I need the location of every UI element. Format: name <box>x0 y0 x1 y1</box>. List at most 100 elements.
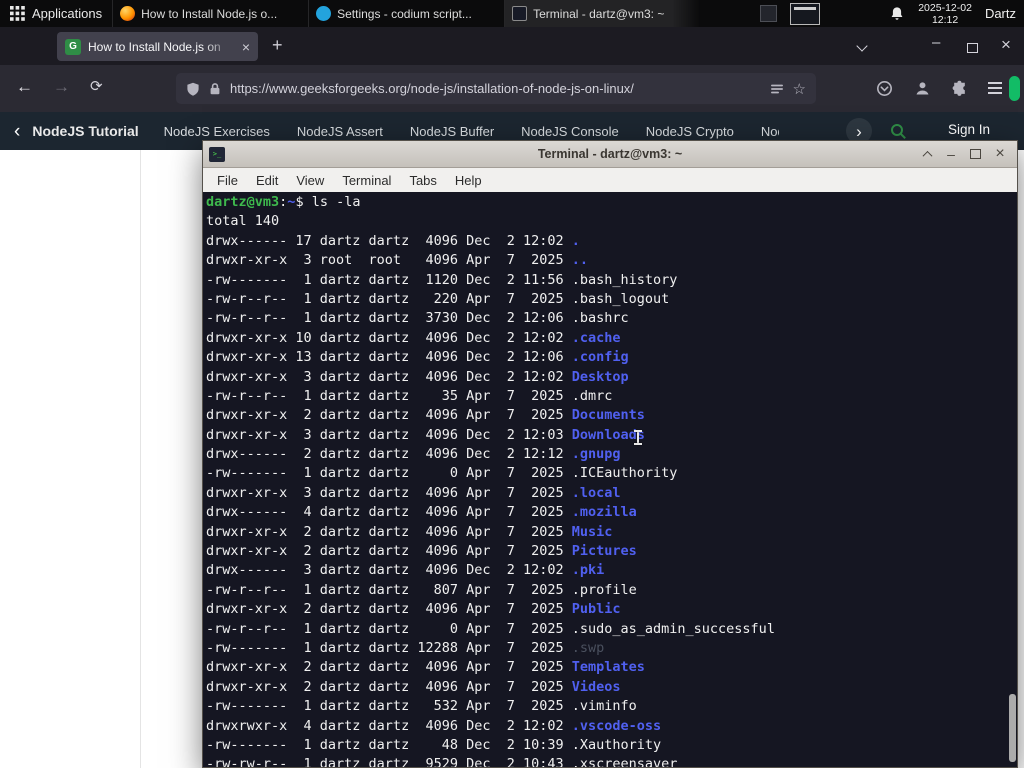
listing-name: .local <box>571 484 621 501</box>
listing-prefix: -rw------- 1 dartz dartz 0 Apr 7 2025 <box>206 465 572 482</box>
nav-link-active[interactable]: NodeJS Tutorial <box>32 123 138 139</box>
listing-prefix: -rw-r--r-- 1 dartz dartz 35 Apr 7 2025 <box>206 387 572 404</box>
listing-name: Music <box>571 523 613 540</box>
terminal-menu-edit[interactable]: Edit <box>247 173 287 188</box>
listing-name: .config <box>571 349 629 366</box>
listing-prefix: -rw------- 1 dartz dartz 48 Dec 2 10:39 <box>206 736 572 753</box>
taskbar-window-button[interactable]: Settings - codium script... <box>308 0 504 27</box>
listing-name: .. <box>571 252 589 269</box>
clock[interactable]: 2025-12-02 12:12 <box>918 2 972 26</box>
notifications-bell-icon[interactable] <box>889 6 905 22</box>
terminal-close-button[interactable]: × <box>990 145 1010 163</box>
terminal-menu-tabs[interactable]: Tabs <box>400 173 445 188</box>
reload-button[interactable]: ⟳ <box>90 77 103 95</box>
terminal-screen[interactable]: dartz@vm3:~$ ls -la total 140 drwx------ 1… <box>203 192 1017 767</box>
command-text: ls -la <box>303 194 361 210</box>
listing-prefix: -rw-rw-r-- 1 dartz dartz 9529 Dec 2 10:4… <box>206 756 572 767</box>
chevron-right-icon: › <box>856 121 862 141</box>
bookmark-star-icon[interactable]: ☆ <box>793 80 806 98</box>
prompt-user-host: dartz@vm3 <box>206 194 280 210</box>
nav-links: NodeJS Exercises NodeJS Assert NodeJS Buff… <box>164 124 779 139</box>
nav-link[interactable]: NodeJS Crypto <box>646 124 734 139</box>
nav-scroll-left-icon[interactable]: ‹ <box>14 122 20 141</box>
terminal-output-line: drwxr-xr-x 10 dartz dartz 4096 Dec 2 12:… <box>206 329 1017 348</box>
url-text: https://www.geeksforgeeks.org/node-js/in… <box>230 81 634 96</box>
applications-label: Applications <box>32 6 103 21</box>
tab-close-icon[interactable]: × <box>242 40 250 54</box>
browser-close-button[interactable]: × <box>1001 35 1011 55</box>
listing-prefix: drwxr-xr-x 3 dartz dartz 4096 Apr 7 2025 <box>206 484 572 501</box>
terminal-menu-terminal[interactable]: Terminal <box>333 173 400 188</box>
listing-prefix: -rw------- 1 dartz dartz 532 Apr 7 2025 <box>206 698 572 715</box>
listing-prefix: drwxr-xr-x 2 dartz dartz 4096 Apr 7 2025 <box>206 601 572 618</box>
listing-name: .mozilla <box>571 504 637 521</box>
terminal-title: Terminal - dartz@vm3: ~ <box>537 147 683 161</box>
listing-name: Documents <box>571 407 645 424</box>
terminal-menu-file[interactable]: File <box>208 173 247 188</box>
browser-minimize-button[interactable]: – <box>932 34 940 51</box>
terminal-window: >_ Terminal - dartz@vm3: ~ – × File Edit V… <box>202 140 1018 768</box>
listing-name: .Xauthority <box>571 736 662 753</box>
listing-name: .viminfo <box>571 698 637 715</box>
terminal-shade-button[interactable] <box>917 145 937 163</box>
user-menu[interactable]: Dartz <box>985 6 1016 21</box>
terminal-output-line: drwx------ 17 dartz dartz 4096 Dec 2 12:… <box>206 232 1017 251</box>
forward-button[interactable]: → <box>53 77 70 97</box>
tab-overflow-chevron-icon[interactable] <box>856 40 868 52</box>
terminal-output-line: drwxr-xr-x 2 dartz dartz 4096 Apr 7 2025… <box>206 542 1017 561</box>
back-button[interactable]: ← <box>16 77 33 97</box>
desktop-screen: Applications How to Install Node.js o...… <box>0 0 1024 768</box>
taskbar-window-button[interactable]: Terminal - dartz@vm3: ~ <box>504 0 701 27</box>
scrollbar-thumb[interactable] <box>1009 694 1016 762</box>
extensions-icon[interactable] <box>951 80 968 97</box>
terminal-scrollbar[interactable] <box>1007 243 1017 767</box>
terminal-output-line: -rw------- 1 dartz dartz 48 Dec 2 10:39 … <box>206 736 1017 755</box>
terminal-output-line: -rw------- 1 dartz dartz 1120 Dec 2 11:5… <box>206 271 1017 290</box>
terminal-minimize-button[interactable]: – <box>941 145 961 163</box>
panel-tray: 2025-12-02 12:12 Dartz <box>760 2 1024 26</box>
tray-icon[interactable] <box>760 5 778 22</box>
applications-menu-button[interactable]: Applications <box>0 0 112 27</box>
tracking-protection-shield-icon[interactable] <box>186 82 200 96</box>
tray-terminal-icon[interactable] <box>790 2 821 25</box>
listing-name: .dmrc <box>571 387 613 404</box>
terminal-menu-help[interactable]: Help <box>446 173 491 188</box>
nav-link[interactable]: NodeJS Console <box>521 124 619 139</box>
terminal-menu-view[interactable]: View <box>287 173 333 188</box>
terminal-output-line: total 140 <box>206 213 280 230</box>
listing-name: .swp <box>571 639 605 656</box>
listing-name: .profile <box>571 581 637 598</box>
url-bar[interactable]: https://www.geeksforgeeks.org/node-js/in… <box>176 73 816 104</box>
applications-grid-icon <box>10 6 25 21</box>
reader-view-icon[interactable] <box>770 82 784 96</box>
terminal-output: dartz@vm3:~$ ls -la total 140 drwx------ 1… <box>206 193 1017 767</box>
menu-hamburger-icon[interactable] <box>988 87 1002 89</box>
listing-prefix: drwxr-xr-x 3 dartz dartz 4096 Dec 2 12:0… <box>206 368 572 385</box>
listing-prefix: drwx------ 2 dartz dartz 4096 Dec 2 12:1… <box>206 446 572 463</box>
terminal-output-line: -rw-r--r-- 1 dartz dartz 35 Apr 7 2025 .… <box>206 387 1017 406</box>
https-lock-icon[interactable] <box>209 82 221 96</box>
nav-link[interactable]: NodeJS Exercises <box>164 124 270 139</box>
terminal-titlebar[interactable]: >_ Terminal - dartz@vm3: ~ – × <box>203 141 1017 168</box>
pocket-save-icon[interactable] <box>876 80 893 97</box>
listing-prefix: drwxr-xr-x 2 dartz dartz 4096 Apr 7 2025 <box>206 407 572 424</box>
nav-link[interactable]: NodeJS Assert <box>297 124 383 139</box>
green-extension-indicator-icon[interactable] <box>1009 76 1020 101</box>
terminal-output-line: -rw-r--r-- 1 dartz dartz 220 Apr 7 2025 … <box>206 290 1017 309</box>
sign-in-button[interactable]: Sign In <box>948 122 990 137</box>
listing-name: Downloads <box>571 426 645 443</box>
account-icon[interactable] <box>914 80 931 97</box>
listing-name: Videos <box>571 678 621 695</box>
new-tab-button[interactable]: + <box>272 35 283 56</box>
nav-link[interactable]: NodeJS Buffer <box>410 124 494 139</box>
taskbar-window-button[interactable]: How to Install Node.js o... <box>112 0 308 27</box>
listing-prefix: drwxr-xr-x 3 root root 4096 Apr 7 2025 <box>206 252 572 269</box>
nav-link[interactable]: NodeJS DNS <box>761 124 779 139</box>
search-icon[interactable] <box>890 123 906 139</box>
terminal-menubar: File Edit View Terminal Tabs Help <box>203 168 1017 193</box>
listing-prefix: drwxr-xr-x 3 dartz dartz 4096 Dec 2 12:0… <box>206 426 572 443</box>
terminal-maximize-button[interactable] <box>965 145 985 163</box>
browser-tab[interactable]: G How to Install Node.js on × <box>57 32 258 61</box>
browser-maximize-button[interactable] <box>967 40 978 58</box>
terminal-output-line: drwx------ 4 dartz dartz 4096 Apr 7 2025… <box>206 503 1017 522</box>
